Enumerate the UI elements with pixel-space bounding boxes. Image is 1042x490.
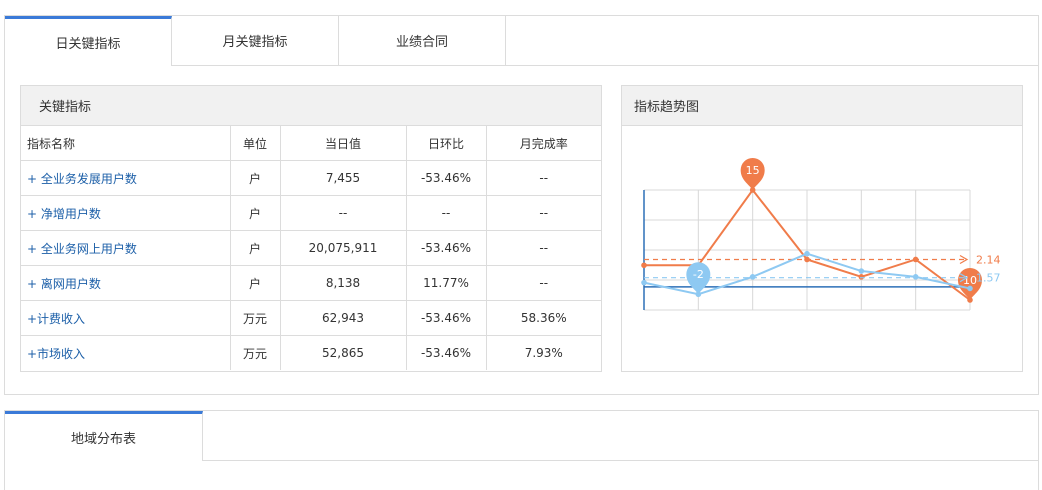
kpi-title: 关键指标 [21,86,601,126]
average-label: 2.14 [976,253,1001,266]
data-point [912,256,919,263]
tab-bar: 日关键指标 月关键指标 业绩合同 [5,16,1038,66]
kpi-mtd: -- [485,265,601,301]
kpi-value: 62,943 [279,300,407,336]
kpi-name-link[interactable]: +市场收入 [27,347,85,361]
kpi-dod: -53.46% [405,230,487,266]
table-row: + 全业务网上用户数 户 20,075,911 -53.46% -- [21,230,601,266]
kpi-mtd: -- [485,230,601,266]
kpi-value: 20,075,911 [279,230,407,266]
data-point [641,279,647,286]
kpi-dod: -53.46% [405,160,487,196]
table-row: + 离网用户数 户 8,138 11.77% -- [21,265,601,301]
data-point [804,256,810,263]
data-point [641,262,647,269]
col-header-dod: 日环比 [405,126,487,161]
daily-kpi-panel: 日关键指标 月关键指标 业绩合同 关键指标 指标名称 单位 当日值 日环比 月完… [4,15,1039,395]
col-header-name: 指标名称 [21,126,231,161]
data-point [912,274,919,280]
col-header-unit: 单位 [229,126,281,161]
kpi-mtd: -- [485,160,601,196]
data-point [804,250,810,257]
tab-daily-kpi[interactable]: 日关键指标 [5,16,172,66]
kpi-mtd: -- [485,195,601,231]
kpi-name-link[interactable]: + 离网用户数 [27,277,101,291]
kpi-unit: 户 [229,230,281,266]
kpi-dod: -53.46% [405,335,487,370]
kpi-value: 52,865 [279,335,407,370]
kpi-table-box: 关键指标 指标名称 单位 当日值 日环比 月完成率 + 全业务发展用户数 户 7… [20,85,602,372]
max-marker-label: 15 [746,164,760,177]
min-marker-label: -2 [693,268,704,281]
kpi-unit: 户 [229,160,281,196]
kpi-unit: 万元 [229,335,281,370]
data-point [749,274,756,280]
kpi-name-link[interactable]: + 全业务网上用户数 [27,242,137,256]
region-panel: 地域分布表 [4,410,1039,490]
kpi-mtd: 7.93% [485,335,601,370]
trend-title: 指标趋势图 [622,86,1022,126]
average-label: 1.57 [976,272,1001,285]
kpi-unit: 户 [229,265,281,301]
kpi-value: 7,455 [279,160,407,196]
kpi-mtd: 58.36% [485,300,601,336]
tab-region-distribution[interactable]: 地域分布表 [5,411,203,461]
kpi-dod: -53.46% [405,300,487,336]
kpi-value: -- [279,195,407,231]
table-row: + 净增用户数 户 -- -- -- [21,195,601,231]
table-row: +计费收入 万元 62,943 -53.46% 58.36% [21,300,601,336]
table-header-row: 指标名称 单位 当日值 日环比 月完成率 [21,126,601,161]
trend-chart-box: 指标趋势图 2.14 15 10 1.57 -2 [621,85,1023,372]
kpi-name-link[interactable]: + 净增用户数 [27,207,101,221]
kpi-dod: 11.77% [405,265,487,301]
data-point [858,268,865,274]
col-header-mtd: 月完成率 [485,126,601,161]
kpi-name-link[interactable]: + 全业务发展用户数 [27,172,137,186]
kpi-dod: -- [405,195,487,231]
kpi-unit: 万元 [229,300,281,336]
trend-chart: 2.141510 1.57-2 [641,158,1001,311]
data-point [858,274,865,280]
table-row: +市场收入 万元 52,865 -53.46% 7.93% [21,335,601,370]
kpi-table: 指标名称 单位 当日值 日环比 月完成率 + 全业务发展用户数 户 7,455 … [21,126,601,370]
data-point [967,285,973,292]
kpi-name-link[interactable]: +计费收入 [27,312,85,326]
table-row: + 全业务发展用户数 户 7,455 -53.46% -- [21,160,601,196]
kpi-value: 8,138 [279,265,407,301]
tab-monthly-kpi[interactable]: 月关键指标 [172,16,339,65]
col-header-value: 当日值 [279,126,407,161]
region-tab-bar: 地域分布表 [5,411,1038,461]
kpi-unit: 户 [229,195,281,231]
tab-performance-contract[interactable]: 业绩合同 [339,16,506,65]
